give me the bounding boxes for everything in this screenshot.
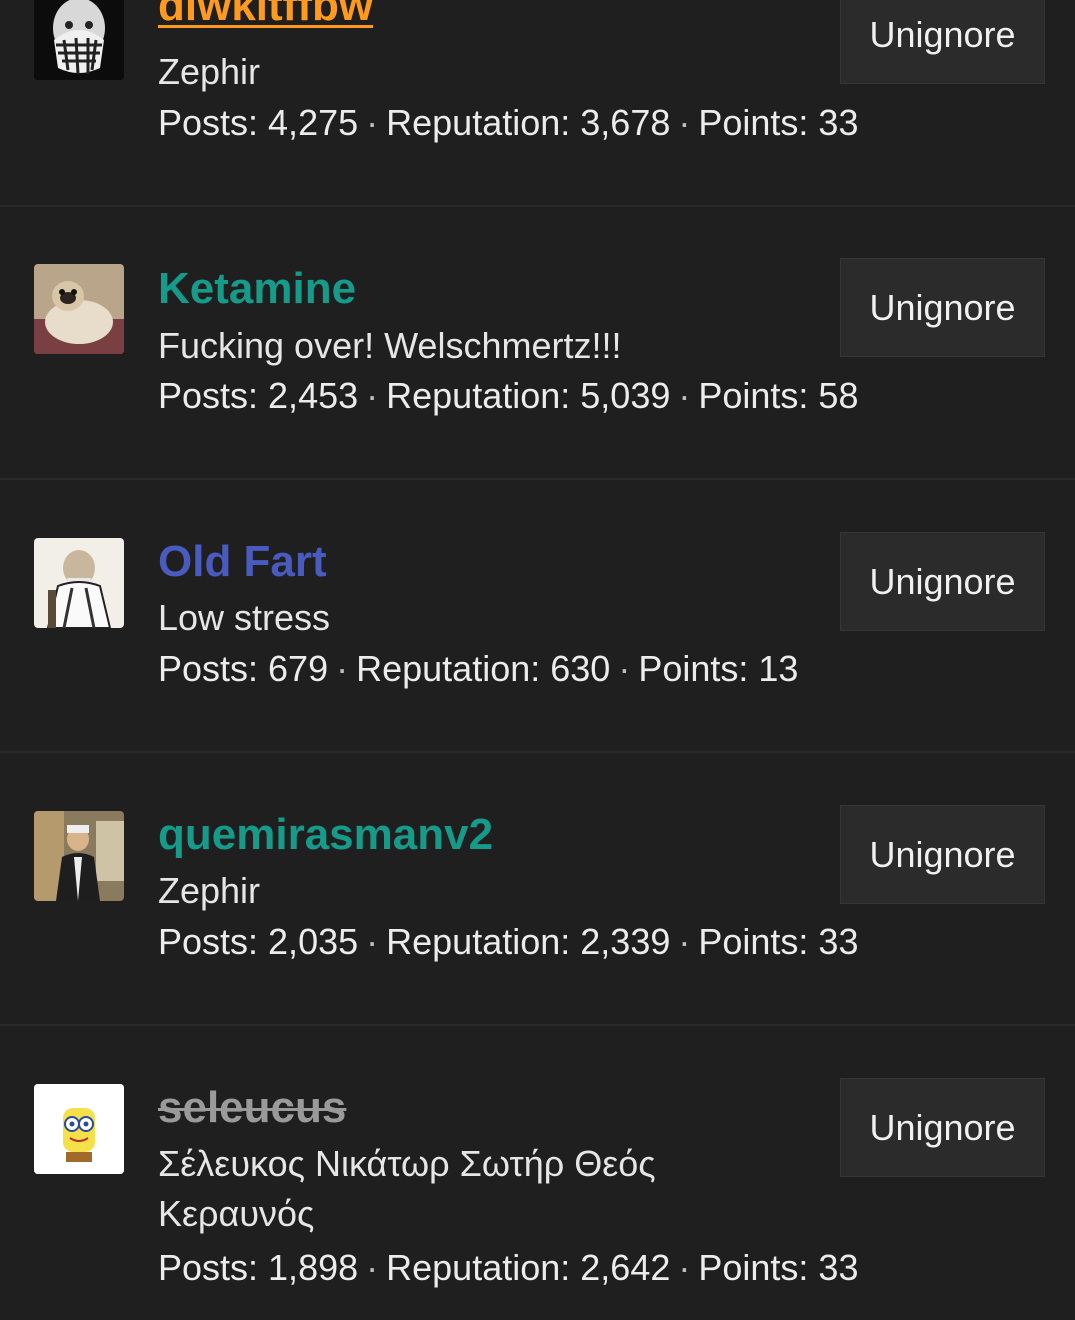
user-row: diwkitffbw Zephir Posts: 4,275 · Reputatio… xyxy=(0,0,1075,207)
user-stats: Posts: 679 · Reputation: 630 · Points: 13 xyxy=(158,647,798,691)
user-avatar[interactable] xyxy=(34,0,124,80)
posts-count: Posts: 2,453 xyxy=(158,375,359,416)
user-title: Zephir xyxy=(158,870,261,911)
user-stats: Posts: 4,275 · Reputation: 3,678 · Points: 3… xyxy=(158,101,858,145)
user-title: Low stress xyxy=(158,597,331,638)
user-row: Ketamine Fucking over! Welschmertz!!! Po… xyxy=(0,207,1075,480)
unignore-button[interactable]: Unignore xyxy=(840,0,1045,84)
user-avatar[interactable] xyxy=(34,811,124,901)
user-title: Σέλευκος Νικάτωρ Σωτήρ Θεός Κεραυνός xyxy=(158,1143,656,1234)
username-link[interactable]: diwkitffbw xyxy=(158,0,373,32)
user-title: Zephir xyxy=(158,51,261,92)
user-title: Fucking over! Welschmertz!!! xyxy=(158,325,622,366)
user-avatar[interactable] xyxy=(34,264,124,354)
points-count: Points: 33 xyxy=(698,921,859,962)
reputation-count: Reputation: 5,039 xyxy=(386,375,671,416)
user-avatar[interactable] xyxy=(34,538,124,628)
points-count: Points: 13 xyxy=(638,648,799,689)
reputation-count: Reputation: 2,642 xyxy=(386,1247,671,1288)
reputation-count: Reputation: 2,339 xyxy=(386,921,671,962)
user-avatar[interactable] xyxy=(34,1084,124,1174)
username-link[interactable]: Old Fart xyxy=(158,536,327,588)
points-count: Points: 33 xyxy=(698,1247,859,1288)
unignore-button[interactable]: Unignore xyxy=(840,532,1045,631)
stats-separator: · xyxy=(678,375,691,416)
user-row: seleucus Σέλευκος Νικάτωρ Σωτήρ Θεός Κερ… xyxy=(0,1026,1075,1320)
username-link[interactable]: seleucus xyxy=(158,1082,346,1134)
unignore-button[interactable]: Unignore xyxy=(840,1078,1045,1177)
reputation-count: Reputation: 3,678 xyxy=(386,102,671,143)
user-row: Old Fart Low stress Posts: 679 · Reputatio… xyxy=(0,480,1075,753)
stats-separator: · xyxy=(618,648,631,689)
points-count: Points: 33 xyxy=(698,102,859,143)
posts-count: Posts: 4,275 xyxy=(158,102,359,143)
user-stats: Posts: 2,035 · Reputation: 2,339 · Points: 3… xyxy=(158,920,858,964)
stats-separator: · xyxy=(678,1247,691,1288)
points-count: Points: 58 xyxy=(698,375,859,416)
user-stats: Posts: 2,453 · Reputation: 5,039 · Points: 5… xyxy=(158,374,858,418)
unignore-button[interactable]: Unignore xyxy=(840,258,1045,357)
stats-separator: · xyxy=(366,375,379,416)
username-link[interactable]: quemirasmanv2 xyxy=(158,809,493,861)
reputation-count: Reputation: 630 xyxy=(356,648,611,689)
stats-separator: · xyxy=(678,102,691,143)
posts-count: Posts: 679 xyxy=(158,648,329,689)
posts-count: Posts: 1,898 xyxy=(158,1247,359,1288)
username-link[interactable]: Ketamine xyxy=(158,263,356,315)
stats-separator: · xyxy=(678,921,691,962)
stats-separator: · xyxy=(366,102,379,143)
user-stats: Posts: 1,898 · Reputation: 2,642 · Points: 3… xyxy=(158,1246,858,1290)
posts-count: Posts: 2,035 xyxy=(158,921,359,962)
stats-separator: · xyxy=(336,648,349,689)
stats-separator: · xyxy=(366,1247,379,1288)
unignore-button[interactable]: Unignore xyxy=(840,805,1045,904)
stats-separator: · xyxy=(366,921,379,962)
user-row: quemirasmanv2 Zephir Posts: 2,035 · Reputa… xyxy=(0,753,1075,1026)
